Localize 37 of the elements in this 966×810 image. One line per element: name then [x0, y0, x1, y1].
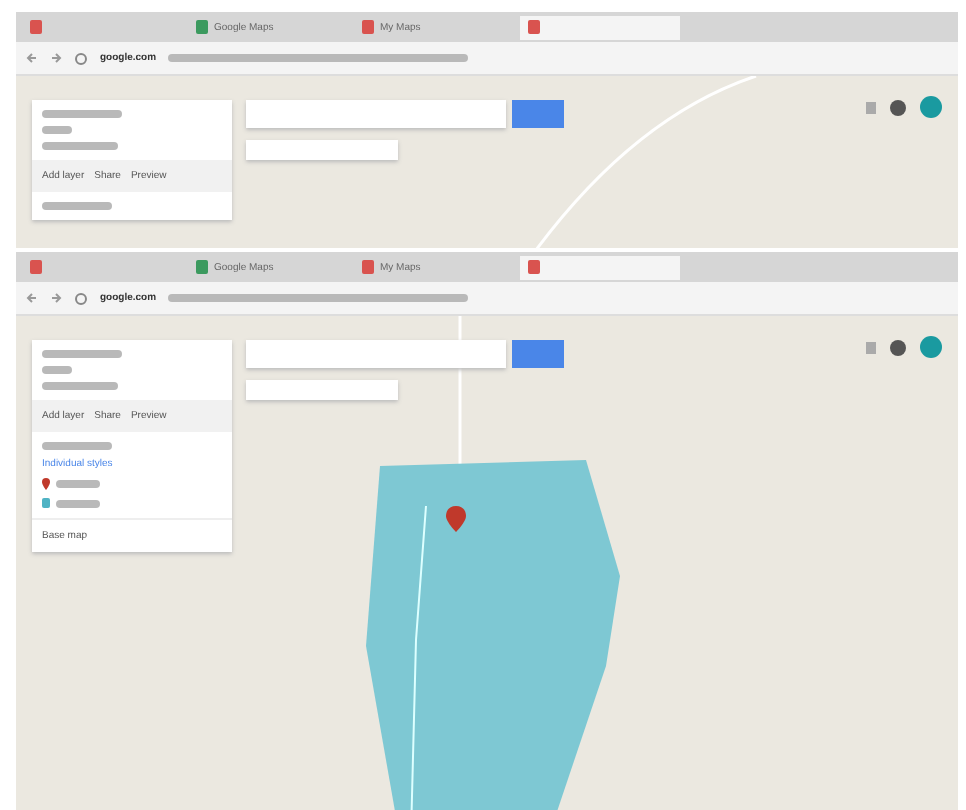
avatar-icon[interactable] [920, 96, 942, 118]
avatar-icon[interactable] [920, 336, 942, 358]
pin-icon [42, 478, 50, 490]
blurred-text [42, 202, 112, 210]
gear-icon[interactable] [890, 99, 906, 115]
gear-icon[interactable] [890, 339, 906, 355]
blurred-text [42, 126, 72, 134]
blurred-text [42, 442, 112, 450]
blurred-text [42, 350, 122, 358]
favicon-icon [528, 260, 540, 274]
blurred-text [56, 480, 100, 488]
blurred-text [42, 142, 118, 150]
blurred-text [56, 499, 100, 507]
search-field[interactable] [246, 100, 506, 128]
browser-tab[interactable] [520, 255, 680, 279]
forward-icon[interactable] [50, 292, 62, 304]
map-pin-icon [446, 506, 466, 532]
favicon-icon [528, 20, 540, 34]
forward-icon[interactable] [50, 52, 62, 64]
browser-tab[interactable] [520, 15, 680, 39]
favicon-icon [30, 20, 42, 34]
blurred-text [42, 110, 122, 118]
grid-icon[interactable] [866, 341, 876, 353]
back-icon[interactable] [26, 52, 38, 64]
blurred-text [42, 382, 118, 390]
favicon-icon [196, 20, 208, 34]
grid-icon[interactable] [866, 101, 876, 113]
favicon-icon [362, 20, 374, 34]
back-icon[interactable] [26, 292, 38, 304]
favicon-icon [196, 260, 208, 274]
blurred-text [42, 366, 72, 374]
search-field[interactable] [246, 340, 506, 368]
reload-icon[interactable] [74, 291, 88, 305]
favicon-icon [362, 260, 374, 274]
shape-icon [42, 498, 50, 508]
reload-icon[interactable] [74, 51, 88, 65]
favicon-icon [30, 260, 42, 274]
